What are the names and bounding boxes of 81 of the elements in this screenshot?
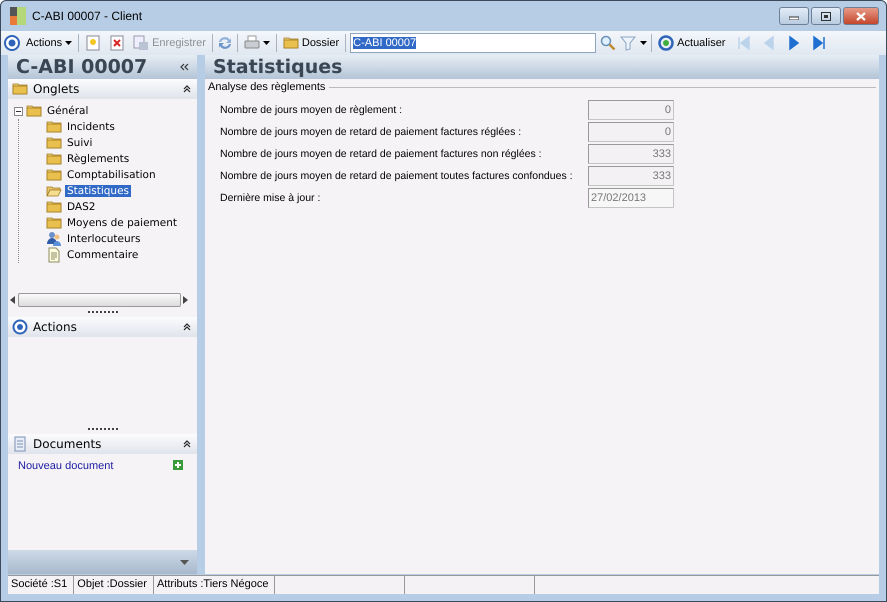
status-item: Objet :Dossier xyxy=(74,576,154,594)
close-icon xyxy=(856,12,866,20)
section-title: Actions xyxy=(33,320,77,334)
tree-item[interactable]: Moyens de paiement xyxy=(65,217,180,229)
collapse-icon[interactable] xyxy=(180,63,189,71)
field-label: Nombre de jours moyen de retard de paiement factures non réglées : xyxy=(220,148,543,160)
section-title: Onglets xyxy=(33,82,80,96)
tree-item[interactable]: Statistiques xyxy=(65,185,132,197)
caret-icon xyxy=(262,41,270,45)
folder-icon xyxy=(46,135,62,151)
read-only-field: 333 xyxy=(588,144,674,164)
tree-item[interactable]: Commentaire xyxy=(65,249,140,261)
refresh-icon xyxy=(216,35,233,51)
maximize-icon xyxy=(821,12,831,20)
refresh-button[interactable]: Actualiser xyxy=(656,34,728,52)
folder-icon xyxy=(46,215,62,231)
folder-icon xyxy=(26,103,42,119)
folder-icon xyxy=(282,35,299,51)
new-document-icon xyxy=(85,35,102,51)
scroll-left-icon[interactable] xyxy=(10,296,16,304)
document-icon xyxy=(12,436,28,452)
folder-button[interactable]: Dossier xyxy=(280,34,342,52)
splitter-handle[interactable] xyxy=(88,428,118,430)
folder-icon xyxy=(46,151,62,167)
tree-item[interactable]: Général xyxy=(45,105,90,117)
record-title: C-ABI 00007 xyxy=(16,56,148,78)
tree-item[interactable]: Interlocuteurs xyxy=(65,233,142,245)
collapse-icon[interactable] xyxy=(14,106,23,116)
status-item: Attributs :Tiers Négoce xyxy=(154,576,276,594)
folder-icon xyxy=(12,81,28,97)
folder-icon xyxy=(46,119,62,135)
horizontal-scrollbar[interactable] xyxy=(10,293,189,307)
read-only-field: 0 xyxy=(588,122,674,142)
save-icon xyxy=(133,35,150,51)
field-label: Dernière mise à jour : xyxy=(220,192,322,204)
section-header[interactable]: Documents xyxy=(8,434,197,454)
tree-item[interactable]: Règlements xyxy=(65,153,132,165)
delete-icon xyxy=(109,35,126,51)
target-icon xyxy=(4,35,20,51)
document-icon xyxy=(46,247,62,263)
search-field[interactable]: C-ABI 00007 xyxy=(350,33,596,53)
group-title: Analyse des règlements xyxy=(208,81,326,93)
field-label: Nombre de jours moyen de règlement : xyxy=(220,104,404,116)
read-only-field: 0 xyxy=(588,100,674,120)
tree-item[interactable]: Suivi xyxy=(65,137,94,149)
field-label: Nombre de jours moyen de retard de paiement factures réglées : xyxy=(220,126,522,138)
read-only-field: 333 xyxy=(588,166,674,186)
printer-icon xyxy=(244,35,260,51)
tree-item[interactable]: Incidents xyxy=(65,121,117,133)
folder-icon xyxy=(46,199,62,215)
collapse-icon[interactable] xyxy=(183,85,191,93)
page-title: Statistiques xyxy=(205,55,879,79)
close-button[interactable] xyxy=(843,7,879,25)
section-title: Documents xyxy=(33,437,102,451)
tree-item[interactable]: Comptabilisation xyxy=(65,169,158,181)
filter-icon xyxy=(620,35,636,51)
app-icon xyxy=(10,7,26,25)
section-header[interactable]: Actions xyxy=(8,317,197,337)
folder-icon xyxy=(46,167,62,183)
section-header[interactable]: Onglets xyxy=(8,79,197,99)
new-document-link[interactable]: Nouveau document xyxy=(18,460,114,550)
target-icon xyxy=(12,319,28,335)
status-item: Société :S1 xyxy=(8,576,74,594)
actions-menu[interactable]: Actions xyxy=(24,36,74,50)
collapse-icon[interactable] xyxy=(183,323,191,331)
splitter-handle[interactable] xyxy=(88,311,118,313)
last-icon[interactable] xyxy=(811,35,828,51)
maximize-button[interactable] xyxy=(811,7,841,25)
collapse-icon[interactable] xyxy=(183,440,191,448)
refresh-icon xyxy=(658,35,674,51)
caret-icon xyxy=(65,41,72,45)
people-icon xyxy=(46,231,62,247)
read-only-field: 27/02/2013 xyxy=(588,188,674,208)
caret-icon[interactable] xyxy=(640,41,648,45)
search-icon xyxy=(600,35,616,51)
tree-item[interactable]: DAS2 xyxy=(65,201,98,213)
scroll-right-icon[interactable] xyxy=(183,296,189,304)
minimize-button[interactable] xyxy=(779,7,809,25)
add-icon[interactable] xyxy=(173,460,183,470)
field-label: Nombre de jours moyen de retard de paiement toutes factures confondues : xyxy=(220,170,574,182)
window-title: C-ABI 00007 - Client xyxy=(32,9,142,23)
